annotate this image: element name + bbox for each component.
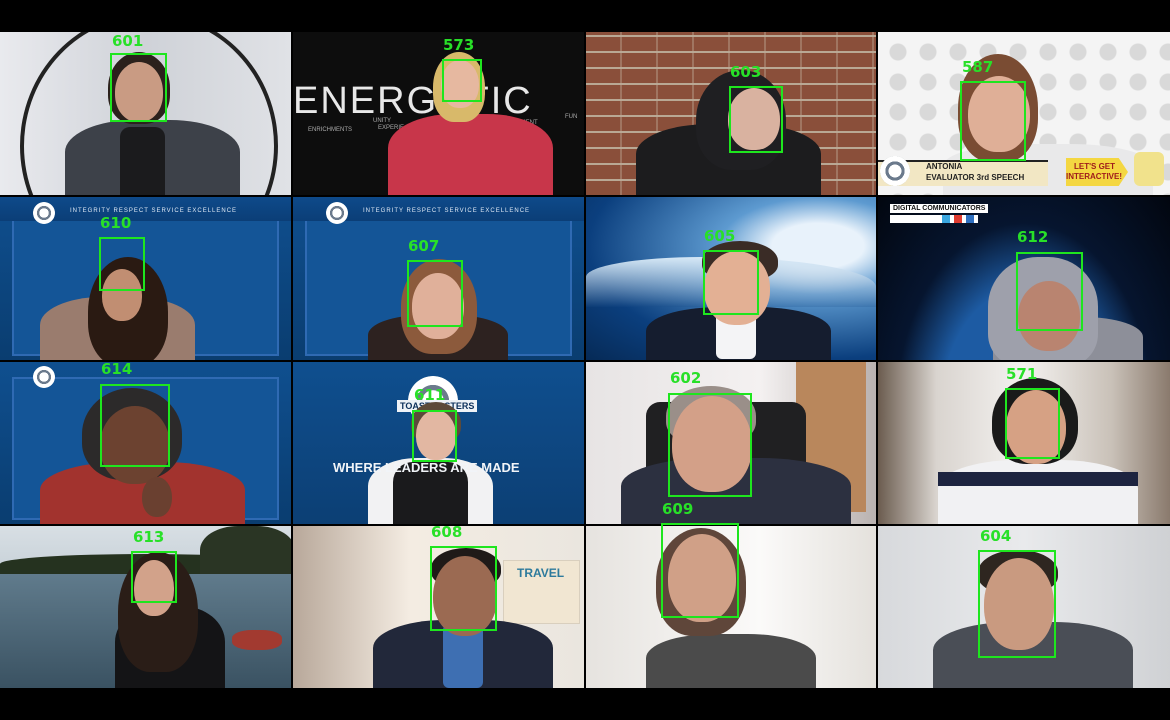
face-detection-box: [978, 550, 1056, 658]
badge-line-1: LET'S GET: [1074, 162, 1116, 171]
face-detection-box: [960, 81, 1026, 161]
detection-id-label: 573: [443, 36, 475, 54]
participant-body: [646, 634, 816, 688]
detection-id-label: 604: [980, 527, 1012, 545]
participant-shirt: [120, 127, 165, 195]
detection-id-label: 613: [133, 528, 165, 546]
wall-map-title: TRAVEL: [517, 566, 565, 580]
participant-body: [388, 114, 553, 195]
toastmasters-logo: [33, 366, 55, 388]
background-word: ENRICHMENTS: [308, 127, 353, 133]
background-word: FUN: [565, 114, 578, 120]
face-detection-box: [430, 546, 497, 631]
detection-id-label: 614: [101, 360, 133, 378]
video-tile-573[interactable]: ENERGETIC ENRICHMENTS UNITY EXPERIE IMPR…: [293, 32, 584, 195]
face-detection-box: [729, 86, 783, 153]
values-text: INTEGRITY RESPECT SERVICE EXCELLENCE: [363, 208, 531, 214]
detection-id-label: 605: [704, 227, 736, 245]
toastmasters-logo: [33, 202, 55, 224]
toastmasters-logo: [326, 202, 348, 224]
face-detection-box: [668, 393, 752, 497]
detection-id-label: 587: [962, 58, 994, 76]
background-word: UNITY: [373, 118, 391, 124]
face-detection-box: [412, 410, 457, 462]
face-detection-box: [131, 551, 177, 603]
detection-id-label: 602: [670, 369, 702, 387]
detection-id-label: 603: [730, 63, 762, 81]
detection-id-label: 601: [112, 32, 144, 50]
name-label: ANTONIA: [926, 162, 963, 171]
kayak: [232, 630, 282, 650]
face-detection-box: [99, 237, 145, 291]
video-grid: ENERGETIC ENRICHMENTS UNITY EXPERIE IMPR…: [0, 32, 1170, 688]
participant-body: [938, 460, 1138, 524]
face-detection-box: [703, 250, 759, 315]
face-detection-box: [100, 384, 170, 467]
detection-id-label: 609: [662, 500, 694, 518]
channel-banner: DIGITAL COMMUNICATORS: [890, 204, 989, 213]
face-detection-box: [1016, 252, 1083, 331]
shirt-stripe: [938, 472, 1138, 486]
video-tile-610[interactable]: INTEGRITY RESPECT SERVICE EXCELLENCE: [0, 197, 291, 360]
detection-id-label: 607: [408, 237, 440, 255]
detection-id-label: 610: [100, 214, 132, 232]
detection-id-label: 611: [414, 386, 446, 404]
background-slogan: WHERE LEADERS ARE MADE: [333, 460, 520, 475]
face-detection-box: [110, 53, 167, 122]
button-icon: [1134, 152, 1164, 186]
role-label: EVALUATOR 3rd SPEECH: [926, 173, 1025, 182]
values-text: INTEGRITY RESPECT SERVICE EXCELLENCE: [70, 208, 238, 214]
detection-id-label: 571: [1006, 365, 1038, 383]
face-detection-box: [442, 59, 482, 102]
participant-hands: [142, 477, 172, 517]
face-detection-box: [661, 523, 739, 618]
face-detection-box: [1005, 388, 1060, 459]
detection-id-label: 612: [1017, 228, 1049, 246]
badge-line-2: INTERACTIVE!: [1066, 172, 1122, 181]
detection-id-label: 608: [431, 523, 463, 541]
face-detection-box: [407, 260, 463, 327]
toastmasters-logo: [880, 156, 910, 186]
social-icons: [890, 215, 978, 223]
